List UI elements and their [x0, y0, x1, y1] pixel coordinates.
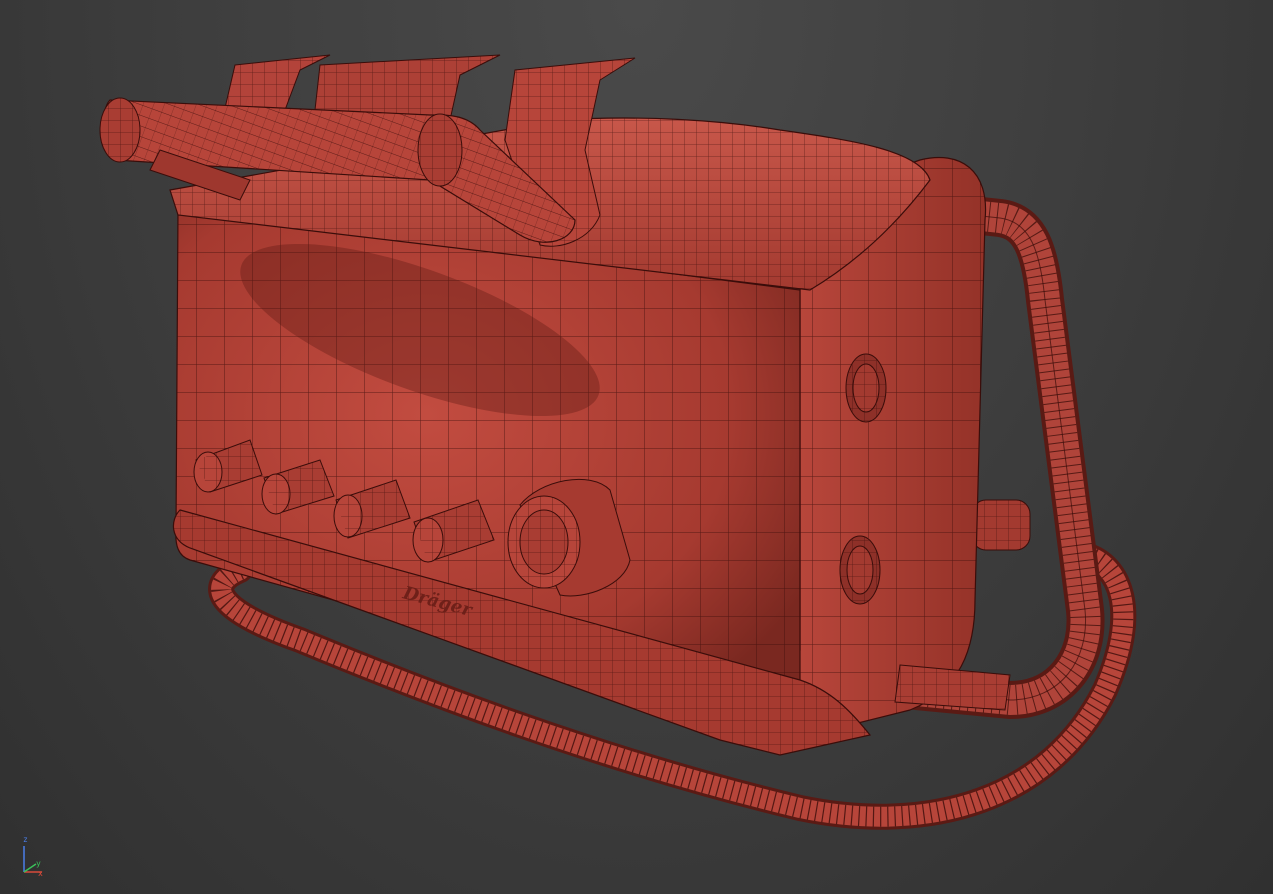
wireframe-model-scene: Dräger	[99, 54, 1137, 830]
rear-connector	[971, 499, 1031, 551]
side-port-upper	[845, 353, 887, 423]
front-rail-foot	[894, 664, 1011, 711]
axis-gizmo: z y x	[16, 832, 56, 880]
axis-y-label: y	[36, 859, 41, 868]
3d-viewport[interactable]: Dräger z y x	[0, 0, 1273, 894]
side-port-lower	[839, 535, 881, 605]
axis-x-label: x	[38, 869, 43, 878]
axis-gizmo-lines	[23, 846, 42, 873]
axis-z-label: z	[23, 835, 28, 844]
